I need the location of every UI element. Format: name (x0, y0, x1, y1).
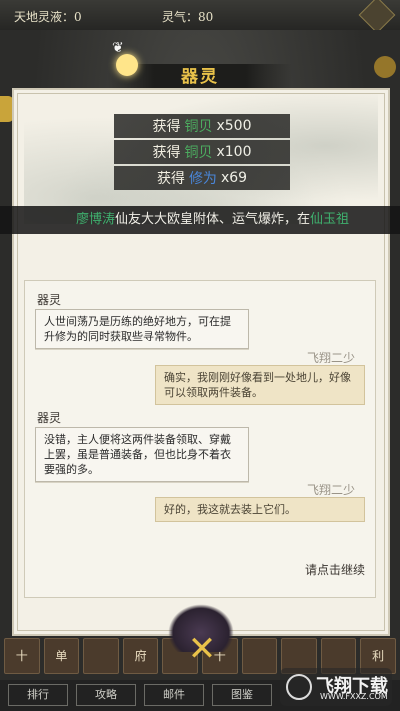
tiandi-lingye-value: 0 (74, 10, 82, 24)
menu-icon[interactable] (358, 0, 396, 34)
reward-item: 铜贝 (184, 145, 213, 161)
reward-label: 获得 (152, 119, 181, 135)
site-watermark: 飞翔下载 WWW.FXXZ.COM (280, 668, 392, 706)
status-bar: 天地灵液：0 灵气：80 (0, 0, 400, 34)
speaker-name: 器灵 (37, 411, 62, 425)
close-button[interactable]: ✕ (184, 632, 220, 668)
slot-item[interactable]: 单 (43, 638, 80, 674)
announcement-player: 廖博涛 (76, 212, 116, 227)
slot-item[interactable]: 十 (4, 638, 40, 674)
player-dialogue-bubble: 确实，我刚刚好像看到一处地儿，好像可以领取两件装备。 (155, 365, 365, 405)
npc-dialogue-bubble: 人世间荡乃是历练的绝好地方，可在提升修为的同时获取些寻常物件。 (35, 309, 249, 349)
reward-amount: x100 (216, 144, 252, 160)
speaker-name: 飞翔二少 (307, 483, 356, 497)
reward-row: 获得 铜贝 x500 (114, 114, 290, 138)
gold-ornament-icon (374, 56, 396, 78)
watermark-logo-icon (286, 674, 312, 700)
reward-item: 铜贝 (184, 119, 213, 135)
announcement-text: 仙友大大欧皇附体、运气爆炸，在 (115, 212, 311, 227)
nav-codex[interactable]: 图鉴 (212, 684, 272, 706)
announcement-marquee: 廖博涛仙友大大欧皇附体、运气爆炸，在仙玉祖 (0, 206, 400, 234)
nav-ranking[interactable]: 排行 (8, 684, 68, 706)
speaker-name: 飞翔二少 (307, 351, 356, 365)
slot-item[interactable]: 府 (122, 638, 159, 674)
reward-amount: x500 (216, 118, 252, 134)
dialogue-card[interactable]: 器灵 人世间荡乃是历练的绝好地方，可在提升修为的同时获取些寻常物件。 飞翔二少 … (24, 280, 376, 598)
npc-dialogue-bubble: 没错，主人便将这两件装备领取、穿戴上罢，虽是普通装备，但也比身不着衣要强的多。 (35, 427, 249, 482)
reward-label: 获得 (152, 145, 181, 161)
watermark-url: WWW.FXXZ.COM (320, 692, 388, 701)
tap-to-continue[interactable]: 请点击继续 (305, 561, 365, 578)
lingqi-value: 80 (198, 10, 214, 24)
reward-label: 获得 (156, 171, 185, 187)
player-dialogue-bubble: 好的，我这就去装上它们。 (155, 497, 365, 522)
tiandi-lingye-stat: 天地灵液：0 (14, 8, 82, 25)
reward-item: 修为 (188, 171, 217, 187)
announcement-place: 仙玉祖 (310, 212, 350, 227)
reward-row: 获得 修为 x69 (114, 166, 290, 190)
slot-item[interactable] (241, 638, 278, 674)
nav-guide[interactable]: 攻略 (76, 684, 136, 706)
crane-icon: ❦ (112, 40, 124, 56)
reward-amount: x69 (220, 170, 248, 186)
lingqi-stat: 灵气：80 (162, 8, 213, 25)
slot-item[interactable] (83, 638, 119, 674)
lingqi-label: 灵气： (162, 10, 199, 24)
moon-icon (116, 54, 138, 76)
nav-mail[interactable]: 邮件 (144, 684, 204, 706)
reward-row: 获得 铜贝 x100 (114, 140, 290, 164)
speaker-name: 器灵 (37, 293, 62, 307)
tiandi-lingye-label: 天地灵液： (14, 10, 75, 24)
